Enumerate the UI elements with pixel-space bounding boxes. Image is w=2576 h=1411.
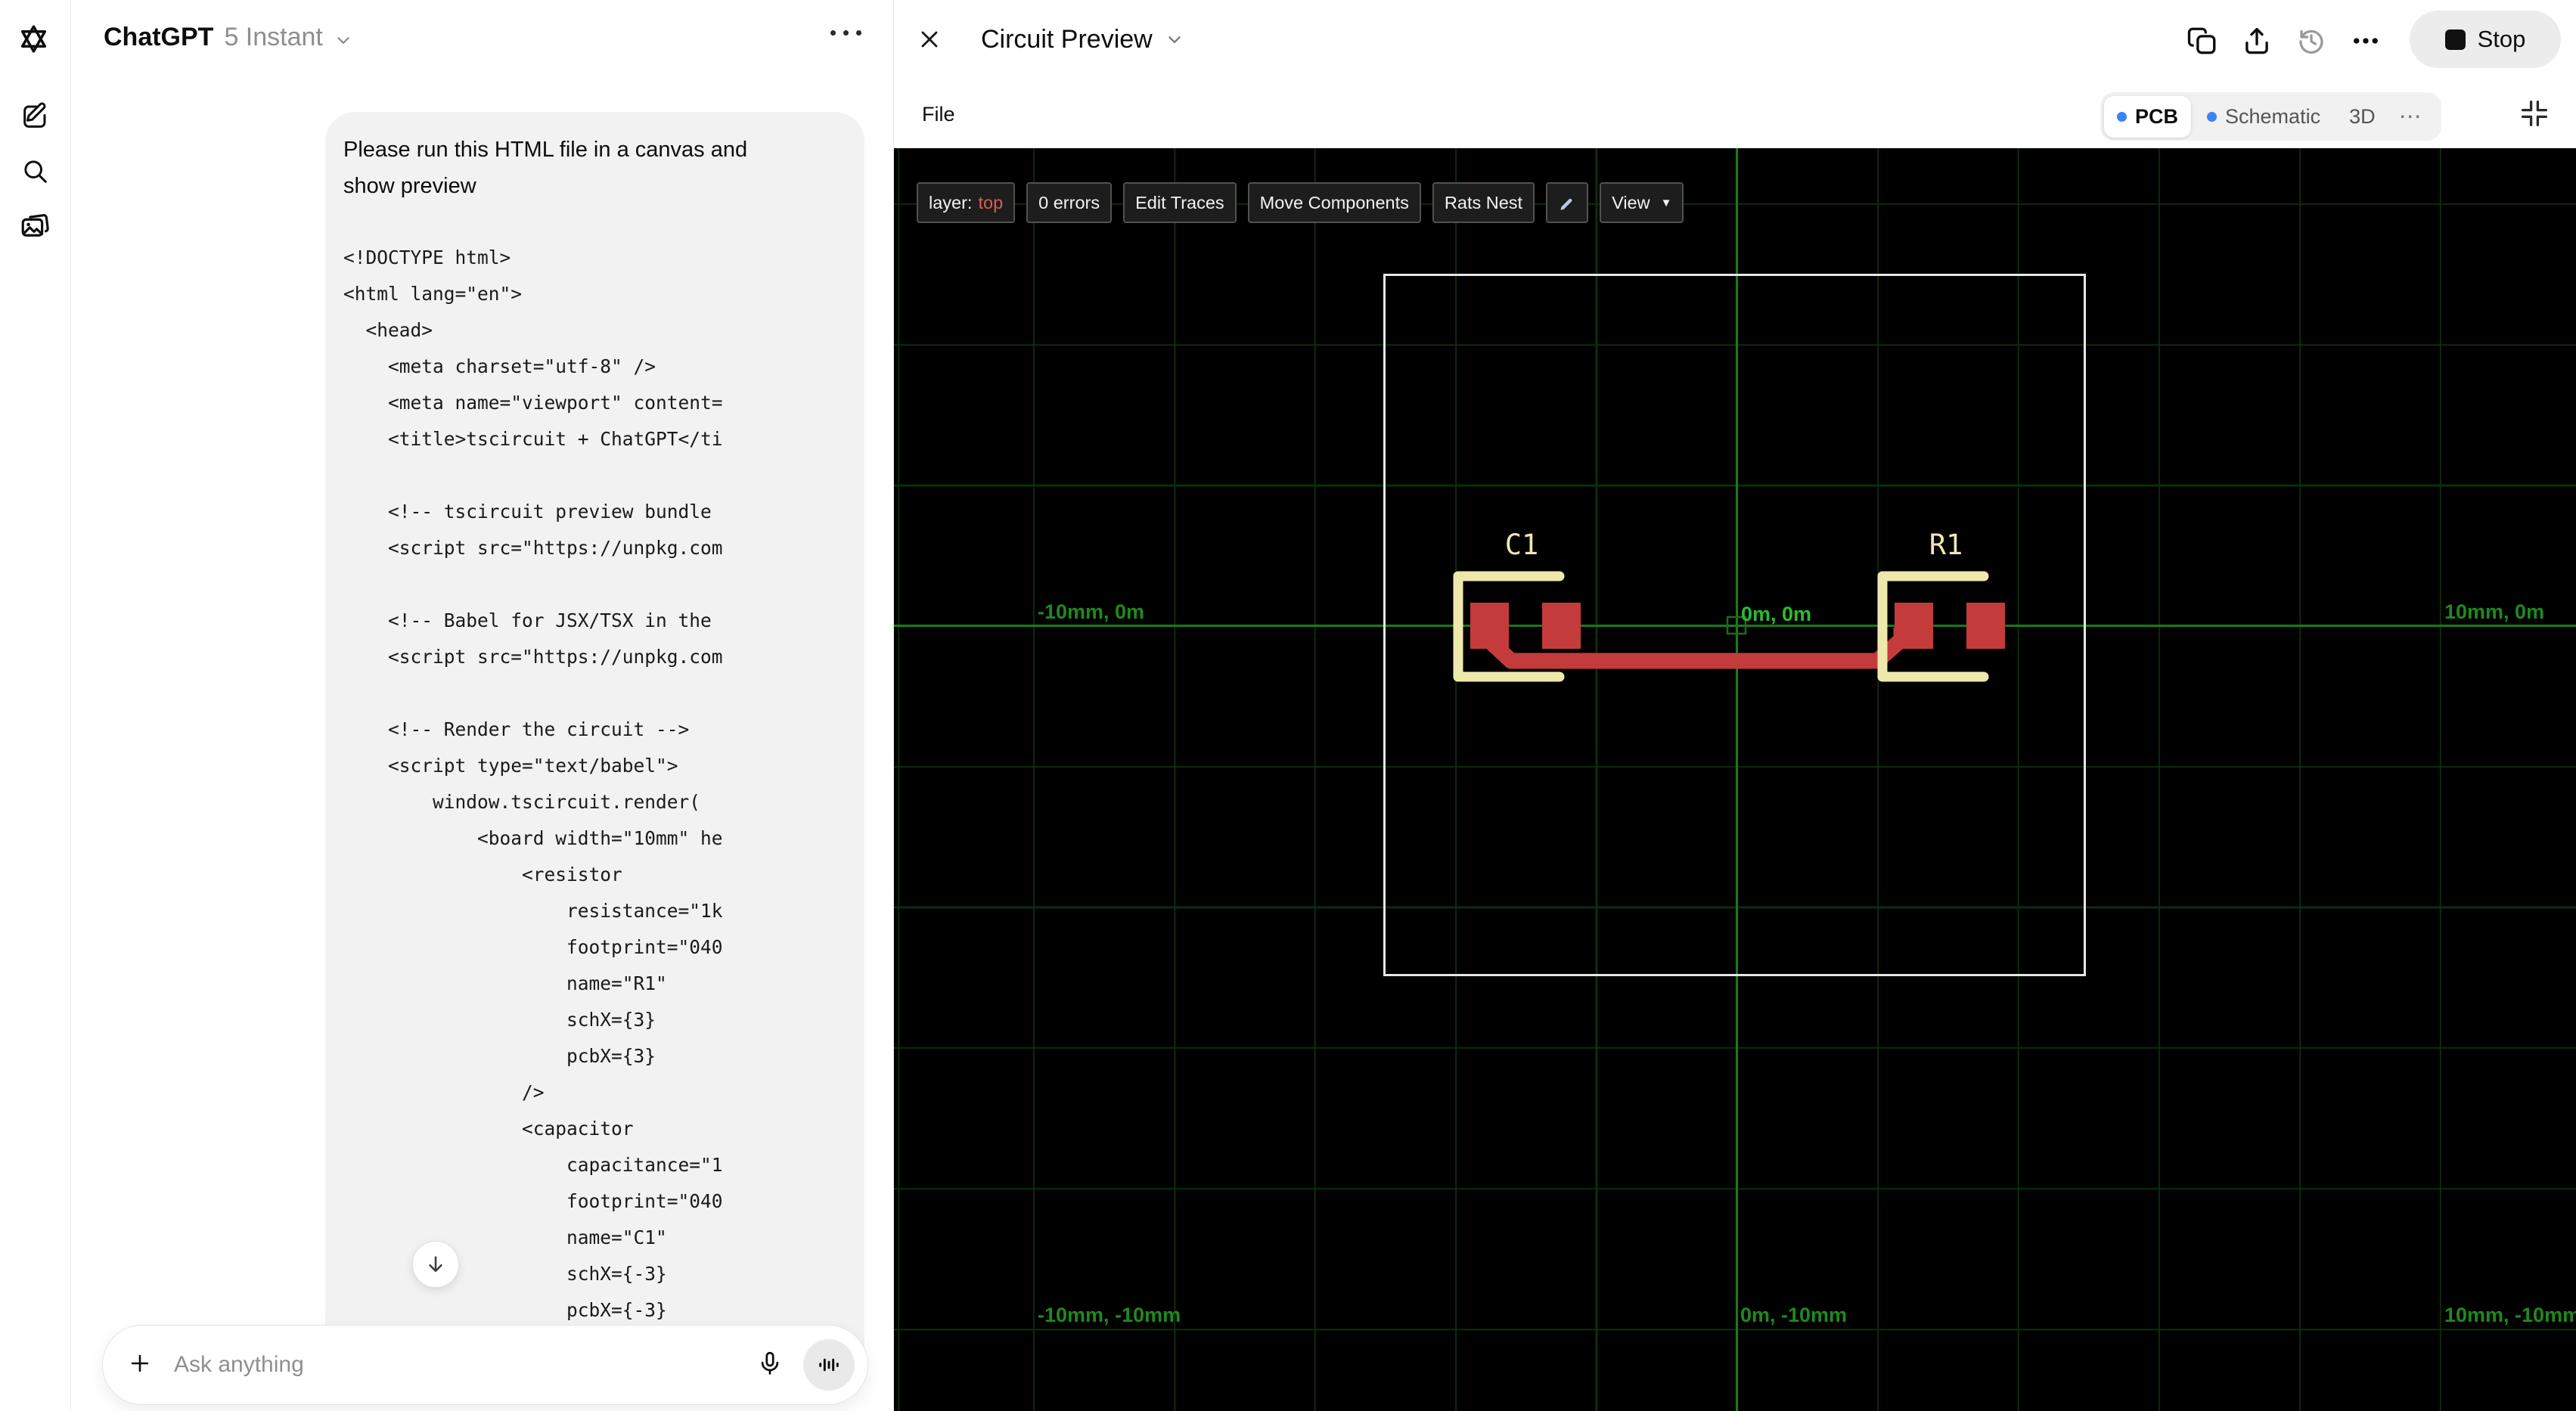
composer-bar [102,1325,868,1405]
view-label: View [1612,192,1650,212]
scroll-to-bottom-button[interactable] [412,1241,459,1288]
waveform-icon [819,1358,839,1372]
tab-schematic[interactable]: Schematic [2194,96,2333,138]
errors-button[interactable]: 0 errors [1026,182,1113,223]
share-icon[interactable] [2239,23,2275,59]
pencil-tool-button[interactable] [1546,182,1589,223]
pencil-icon [1560,198,1572,210]
coord-left-mid: -10mm, 0m [1038,600,1144,623]
edit-traces-label: Edit Traces [1135,192,1224,212]
exit-fullscreen-icon[interactable] [2518,97,2551,134]
pcb-canvas[interactable]: C1 R1 0m, 0m -10mm, 0m 10mm, 0m -10mm, -… [894,148,2576,1411]
conversation-menu-icon[interactable] [830,30,861,36]
layer-button[interactable]: layer: top [917,182,1016,223]
stop-button[interactable]: Stop [2410,11,2561,68]
canvas-menubar: File PCB Schematic 3D ⋯ [894,82,2576,148]
search-icon[interactable] [21,157,49,189]
history-icon[interactable] [2293,23,2329,59]
chat-input[interactable] [174,1352,756,1378]
pad-r1-right[interactable] [1966,603,2005,649]
pad-c1-right[interactable] [1542,603,1581,649]
dropdown-arrow-icon: ▼ [1660,196,1672,209]
message-text: Please run this HTML file in a canvas an… [343,138,748,198]
close-icon[interactable] [916,26,943,57]
chatgpt-logo-icon[interactable] [17,22,51,60]
view-dropdown-button[interactable]: View ▼ [1600,182,1684,223]
copy-icon[interactable] [2184,23,2221,59]
tab-schematic-label: Schematic [2225,104,2321,128]
more-options-icon[interactable] [2348,23,2384,59]
attach-plus-icon[interactable] [127,1351,153,1380]
tab-pcb-label: PCB [2135,104,2179,128]
app-root: ChatGPT 5 Instant Please run this HTML f… [0,0,2576,1411]
blue-dot-icon [2207,111,2218,122]
refdes-c1: C1 [1505,529,1539,561]
move-components-button[interactable]: Move Components [1247,182,1421,223]
canvas-title: Circuit Preview [981,24,1153,54]
chevron-down-icon [337,36,349,44]
model-picker[interactable]: ChatGPT 5 Instant [104,23,353,52]
coord-right-mid: 10mm, 0m [2444,600,2544,623]
tabs-more-icon[interactable]: ⋯ [2391,104,2431,130]
chevron-down-icon [1169,36,1181,43]
coord-left-bottom: -10mm, -10mm [1038,1304,1181,1326]
stop-square-icon [2444,29,2466,50]
library-icon[interactable] [19,210,51,246]
canvas-panel: Circuit Preview Stop File PCB Schematic … [893,0,2576,1411]
edit-traces-button[interactable]: Edit Traces [1123,182,1237,223]
voice-mode-button[interactable] [803,1339,855,1391]
canvas-header: Circuit Preview Stop [894,0,2576,82]
pad-c1-left[interactable] [1470,603,1509,649]
tab-3d[interactable]: 3D [2336,96,2388,138]
model-name: 5 Instant [224,23,323,51]
coord-right-bottom: 10mm, -10mm [2444,1304,2576,1326]
icon-rail [0,0,71,1411]
rats-nest-label: Rats Nest [1444,192,1523,212]
coord-origin: 0m, 0m [1741,603,1811,625]
coord-center-bottom: 0m, -10mm [1740,1304,1847,1326]
tab-pcb[interactable]: PCB [2104,95,2192,138]
menu-file[interactable]: File [922,103,955,126]
pcb-overlay: C1 R1 0m, 0m -10mm, 0m 10mm, 0m -10mm, -… [1038,529,2576,1326]
layer-label: layer: [929,192,973,212]
stop-label: Stop [2477,26,2526,52]
rats-nest-button[interactable]: Rats Nest [1432,182,1535,223]
chat-panel: ChatGPT 5 Instant Please run this HTML f… [72,0,892,1411]
canvas-title-picker[interactable]: Circuit Preview [981,21,1184,57]
pad-r1-left[interactable] [1895,603,1933,649]
view-switcher: PCB Schematic 3D ⋯ [2100,92,2441,141]
blue-dot-icon [2117,111,2127,122]
errors-label: 0 errors [1038,192,1100,212]
component-r1[interactable]: R1 [1877,529,2005,682]
down-arrow-icon [429,1256,442,1272]
refdes-r1: R1 [1929,529,1963,561]
new-chat-icon[interactable] [20,101,50,135]
user-message-bubble: Please run this HTML file in a canvas an… [325,112,864,1382]
brand-title: ChatGPT [104,23,214,51]
move-components-label: Move Components [1259,192,1409,212]
tab-3d-label: 3D [2349,104,2376,128]
layer-value: top [978,192,1004,212]
mic-icon[interactable] [756,1350,784,1381]
pcb-toolbar: layer: top 0 errors Edit Traces Move Com… [917,182,1684,223]
message-code: <!DOCTYPE html> <html lang="en"> <head> … [343,247,723,1357]
